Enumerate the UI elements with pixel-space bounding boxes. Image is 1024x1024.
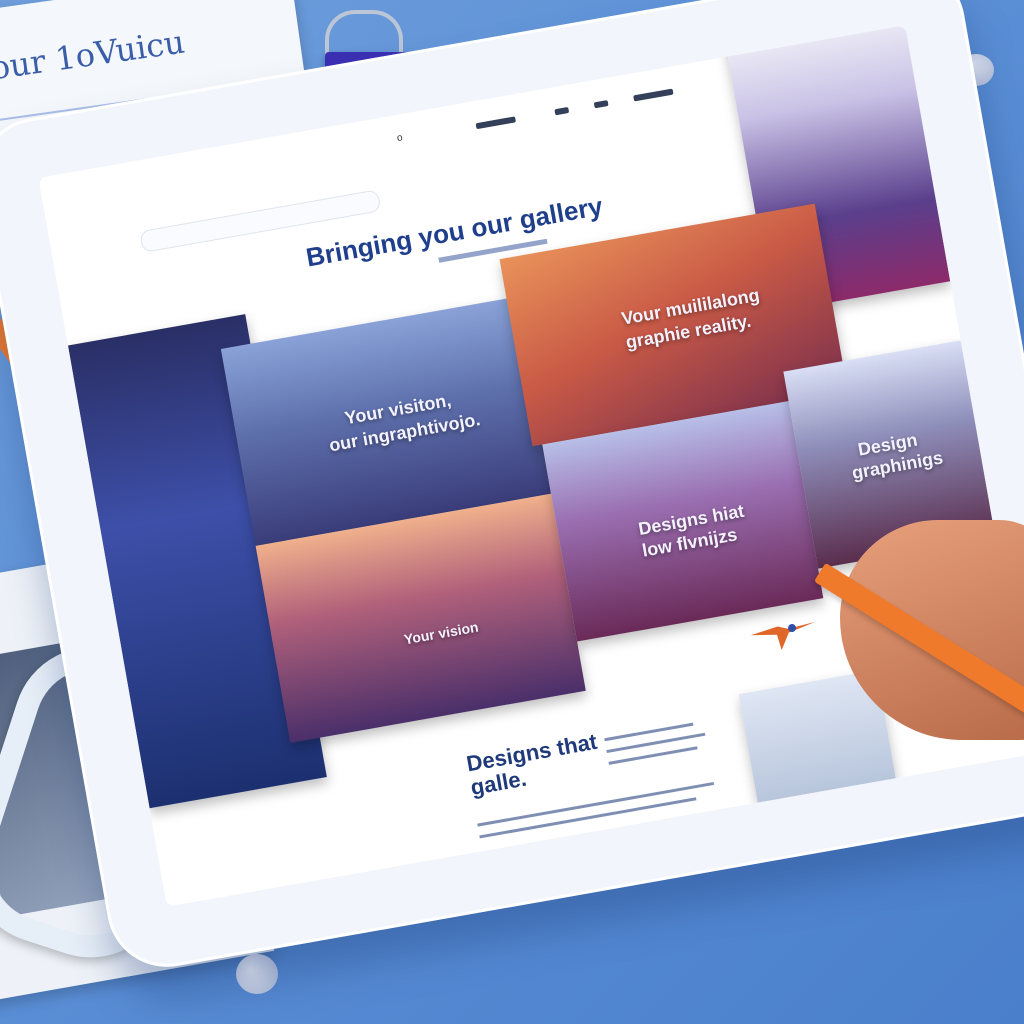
tablet: o Bringing you our gallery Your visiton,… xyxy=(0,0,1024,977)
bead xyxy=(236,954,278,994)
gallery-tile[interactable]: Designs hiat low flvnijzs xyxy=(542,401,824,642)
tile-caption: Your vision xyxy=(402,618,480,648)
section-title: Designs that galle. xyxy=(465,715,690,800)
nav-item[interactable] xyxy=(554,106,570,116)
nav-item[interactable] xyxy=(475,116,517,130)
nav-item[interactable] xyxy=(593,100,609,109)
nav-item[interactable] xyxy=(633,88,674,102)
tablet-screen: o Bringing you our gallery Your visiton,… xyxy=(38,25,1024,907)
paper-handwriting: our 1oVuicu xyxy=(0,22,187,88)
hummingbird-icon xyxy=(750,621,816,651)
nav-marker: o xyxy=(396,132,404,145)
